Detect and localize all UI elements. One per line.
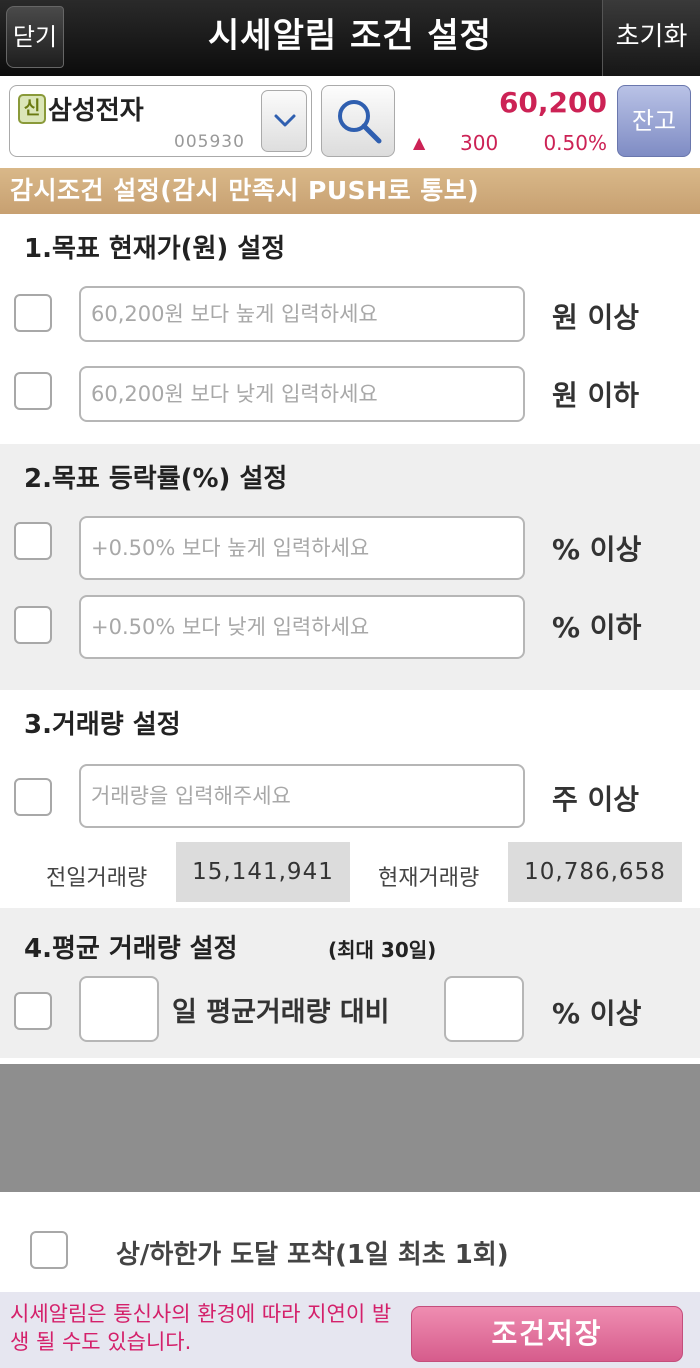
rate-above-checkbox[interactable] (14, 522, 52, 560)
price-above-input[interactable] (79, 286, 525, 342)
prev-volume-value: 15,141,941 (176, 842, 350, 902)
price-below-unit: 원 이하 (552, 379, 640, 412)
stock-selector[interactable]: 신 삼성전자 005930 (9, 85, 312, 157)
volume-input[interactable] (79, 764, 525, 828)
balance-button[interactable]: 잔고 (617, 85, 691, 157)
target-price-section: 1.목표 현재가(원) 설정 원 이상 원 이하 (0, 214, 700, 444)
stock-name: 삼성전자 (48, 96, 144, 126)
section-title: 2.목표 등락률(%) 설정 (24, 464, 288, 494)
section-title: 4.평균 거래량 설정 (24, 934, 238, 964)
section-title: 3.거래량 설정 (24, 710, 181, 740)
condition-banner: 감시조건 설정(감시 만족시 PUSH로 통보) (0, 168, 700, 214)
max-days-note: (최대 30일) (328, 938, 437, 962)
avg-volume-section: 4.평균 거래량 설정 (최대 30일) 일 평균거래량 대비 % 이상 (0, 908, 700, 1058)
avg-percent-input[interactable] (444, 976, 524, 1042)
avg-percent-unit: % 이상 (552, 997, 642, 1030)
rate-below-unit: % 이하 (552, 611, 642, 644)
curr-volume-value: 10,786,658 (508, 842, 682, 902)
limit-checkbox[interactable] (30, 1231, 68, 1269)
rate-below-input[interactable] (79, 595, 525, 659)
new-badge: 신 (18, 94, 46, 124)
stock-info-row: 신 삼성전자 005930 60,200 ▲ 300 0.50% 잔고 (0, 76, 700, 166)
rate-above-unit: % 이상 (552, 533, 642, 566)
price-above-checkbox[interactable] (14, 294, 52, 332)
avg-volume-checkbox[interactable] (14, 992, 52, 1030)
avg-days-input[interactable] (79, 976, 159, 1042)
change-rate: 0.50% (543, 131, 607, 155)
up-arrow-icon: ▲ (413, 133, 426, 152)
target-rate-section: 2.목표 등락률(%) 설정 % 이상 % 이하 (0, 444, 700, 690)
stock-dropdown-button[interactable] (261, 90, 307, 152)
delay-notice: 시세알림은 통신사의 환경에 따라 지연이 발생 될 수도 있습니다. (10, 1302, 392, 1354)
volume-unit: 주 이상 (552, 783, 640, 816)
empty-area (0, 1064, 700, 1192)
current-price: 60,200 (498, 86, 607, 119)
limit-label: 상/하한가 도달 포착(1일 최초 1회) (116, 1240, 509, 1270)
volume-section: 3.거래량 설정 주 이상 전일거래량 15,141,941 현재거래량 10,… (0, 690, 700, 908)
chevron-down-icon (274, 114, 296, 127)
price-below-checkbox[interactable] (14, 372, 52, 410)
search-icon (338, 100, 382, 144)
reset-button[interactable]: 초기화 (602, 0, 700, 76)
change-amount: 300 (460, 131, 499, 155)
curr-volume-label: 현재거래량 (378, 866, 480, 891)
page-title: 시세알림 조건 설정 (208, 16, 492, 56)
price-below-input[interactable] (79, 366, 525, 422)
search-button[interactable] (321, 85, 395, 157)
title-bar: 시세알림 조건 설정 닫기 초기화 (0, 0, 700, 76)
prev-volume-label: 전일거래량 (46, 866, 148, 891)
section-title: 1.목표 현재가(원) 설정 (24, 234, 286, 264)
avg-volume-text: 일 평균거래량 대비 (172, 997, 390, 1028)
rate-above-input[interactable] (79, 516, 525, 580)
rate-below-checkbox[interactable] (14, 606, 52, 644)
close-button[interactable]: 닫기 (6, 6, 64, 68)
footer-bar: 시세알림은 통신사의 환경에 따라 지연이 발생 될 수도 있습니다. 조건저장 (0, 1292, 700, 1368)
stock-code: 005930 (174, 132, 245, 152)
price-above-unit: 원 이상 (552, 301, 640, 334)
save-button[interactable]: 조건저장 (411, 1306, 683, 1362)
volume-checkbox[interactable] (14, 778, 52, 816)
